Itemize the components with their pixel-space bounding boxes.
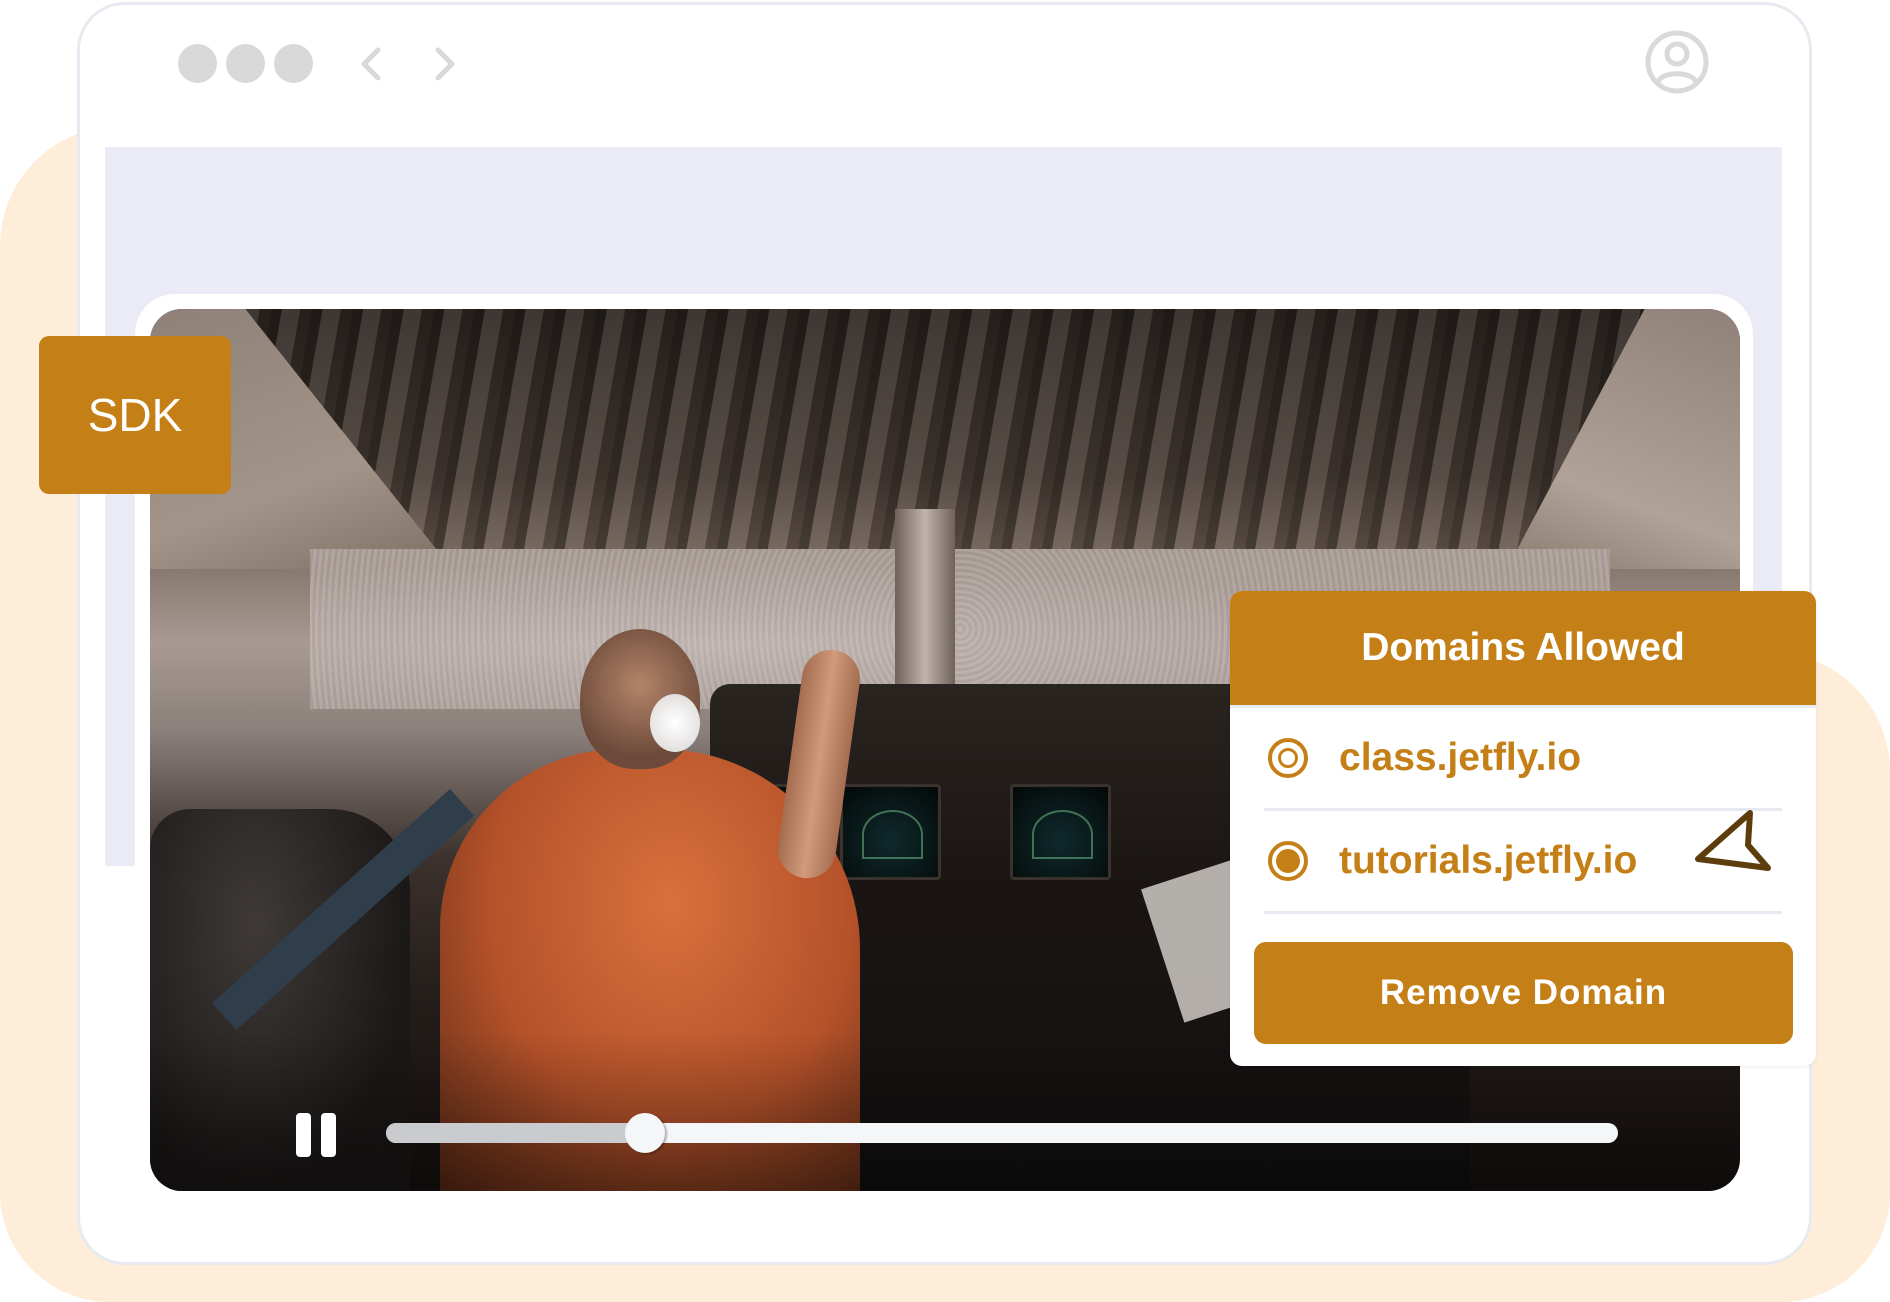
domain-label: class.jetfly.io (1339, 736, 1582, 779)
panel-title: Domains Allowed (1361, 626, 1685, 669)
domain-label: tutorials.jetfly.io (1339, 839, 1638, 882)
pause-icon (321, 1113, 336, 1157)
radio-selected-icon[interactable] (1268, 841, 1308, 881)
video-progress-played (386, 1123, 645, 1143)
account-button[interactable] (1644, 29, 1710, 95)
forward-button[interactable] (424, 44, 464, 84)
chevron-left-icon (361, 47, 381, 81)
user-circle-icon (1645, 30, 1709, 94)
pause-icon (296, 1113, 311, 1157)
window-control-dot[interactable] (178, 44, 217, 83)
window-control-dot[interactable] (226, 44, 265, 83)
chevron-right-icon (435, 47, 455, 81)
back-button[interactable] (352, 44, 392, 84)
video-progress-knob[interactable] (624, 1113, 665, 1153)
video-progress-bar[interactable] (386, 1113, 1618, 1153)
pilot-headset (650, 694, 700, 752)
panel-header: Domains Allowed (1230, 591, 1816, 708)
domain-option[interactable]: class.jetfly.io (1264, 708, 1782, 811)
window-control-dot[interactable] (274, 44, 313, 83)
instrument-screen (840, 784, 941, 880)
window-controls (178, 44, 313, 83)
cockpit-center-pillar (895, 509, 955, 709)
pause-button[interactable] (296, 1113, 338, 1157)
remove-domain-button[interactable]: Remove Domain (1254, 942, 1793, 1044)
sdk-badge-label: SDK (87, 389, 183, 441)
mouse-cursor-icon (1695, 810, 1771, 871)
radio-unselected-icon[interactable] (1268, 738, 1308, 778)
instrument-screen (1010, 784, 1111, 880)
sdk-badge: SDK (39, 336, 231, 494)
